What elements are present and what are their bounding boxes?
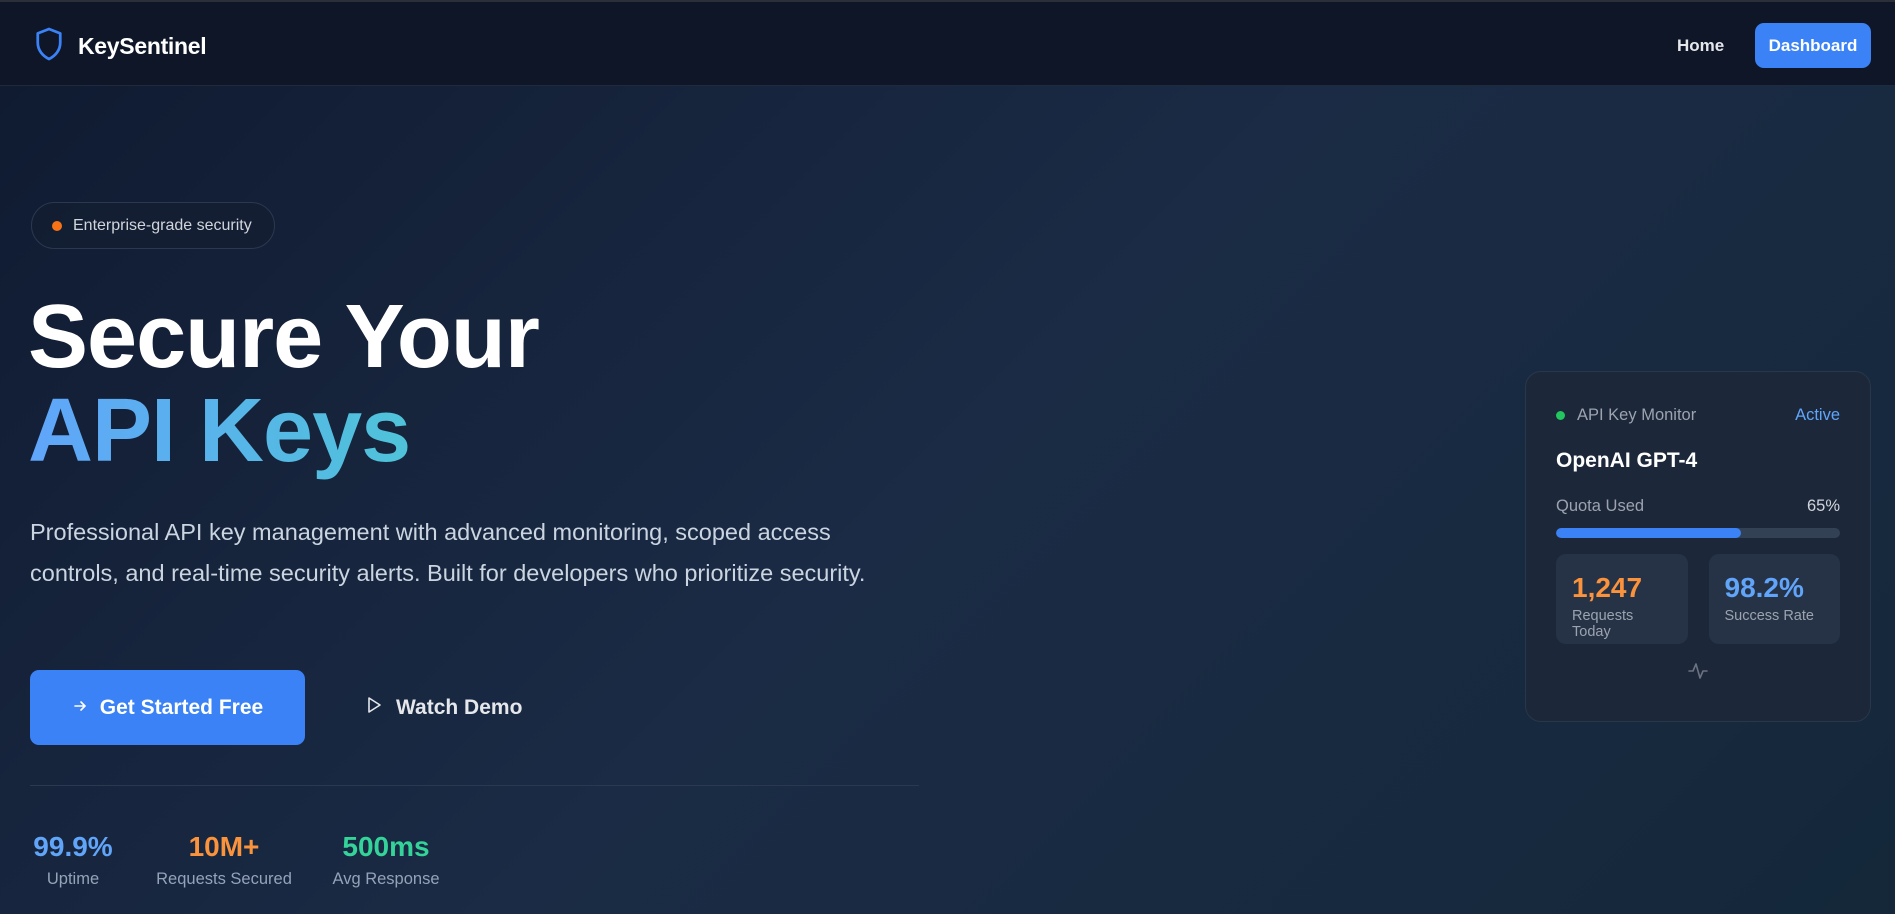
get-started-button[interactable]: Get Started Free (30, 670, 305, 745)
tile-value: 1,247 (1572, 572, 1643, 603)
quota-progress-bar (1556, 528, 1840, 538)
monitor-title: API Key Monitor (1556, 406, 1696, 425)
nav-home-link[interactable]: Home (1677, 36, 1724, 56)
api-key-monitor-card: API Key Monitor Active OpenAI GPT-4 Quot… (1525, 371, 1871, 722)
dashboard-button[interactable]: Dashboard (1755, 23, 1871, 68)
badge-label: Enterprise-grade security (73, 216, 252, 234)
stat-value: 99.9% (33, 831, 113, 862)
divider (30, 785, 919, 786)
hero-description: Professional API key management with adv… (30, 519, 866, 586)
navbar: KeySentinel Home Dashboard (0, 0, 1895, 86)
quota-value: 65% (1806, 497, 1840, 515)
brand-name: KeySentinel (78, 33, 207, 59)
stat-label: Avg Response (332, 870, 440, 888)
model-name: OpenAI GPT-4 (1556, 449, 1698, 472)
status-dot-icon (1556, 411, 1565, 420)
stat-value: 500ms (342, 831, 430, 862)
status-badge: Active (1795, 406, 1840, 424)
arrow-right-icon (72, 696, 88, 720)
monitor-title-label: API Key Monitor (1577, 406, 1697, 424)
play-icon (366, 696, 382, 720)
brand-logo[interactable]: KeySentinel (34, 26, 207, 67)
stat-uptime: 99.9% Uptime (33, 830, 112, 889)
get-started-label: Get Started Free (99, 695, 264, 719)
stat-response: 500ms Avg Response (332, 830, 439, 889)
tile-label: Success Rate (1724, 608, 1814, 624)
stat-label: Uptime (46, 870, 100, 888)
security-badge: Enterprise-grade security (31, 202, 275, 249)
shield-icon (34, 26, 64, 67)
tile-value: 98.2% (1724, 572, 1804, 603)
quota-progress-fill (1556, 528, 1741, 538)
success-rate-tile: 98.2% Success Rate (1708, 554, 1840, 644)
hero-title: Secure Your API Keys (28, 287, 540, 481)
watch-demo-button[interactable]: Watch Demo (366, 670, 522, 745)
stat-requests: 10M+ Requests Secured (156, 830, 292, 889)
stat-label: Requests Secured (156, 870, 292, 888)
stat-value: 10M+ (188, 831, 260, 862)
hero-title-line1: Secure Your (28, 287, 540, 387)
badge-dot-icon (52, 220, 62, 231)
watch-demo-label: Watch Demo (396, 695, 523, 719)
requests-today-tile: 1,247 Requests Today (1556, 554, 1688, 644)
activity-icon (1556, 662, 1840, 680)
tile-label: Requests Today (1572, 608, 1634, 640)
quota-label: Quota Used (1556, 497, 1645, 515)
hero-title-line2: API Keys (28, 381, 411, 481)
